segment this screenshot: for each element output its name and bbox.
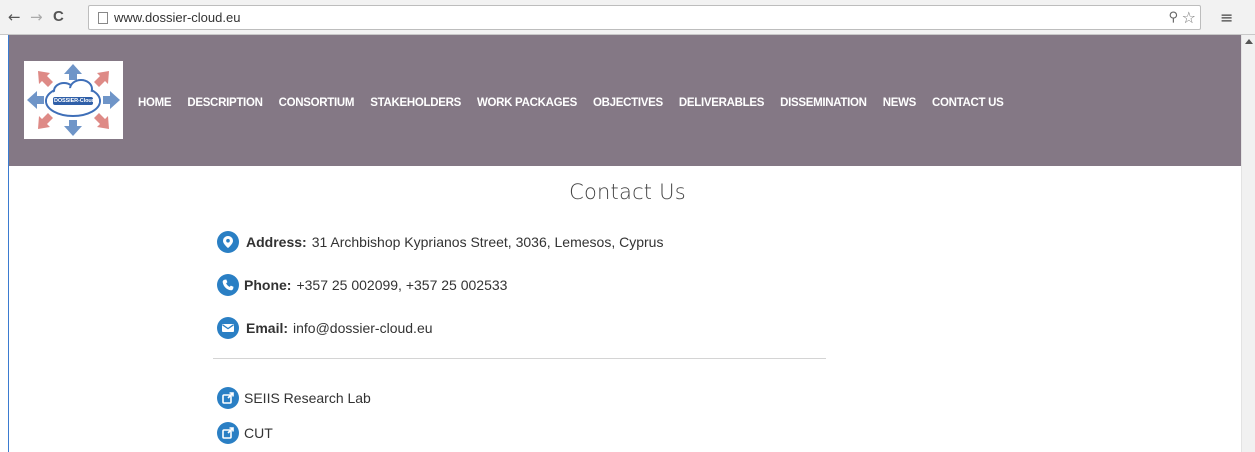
- main-nav: HOME DESCRIPTION CONSORTIUM STAKEHOLDERS…: [138, 96, 1020, 110]
- site-header: DOSSIER-Cloud HOME DESCRIPTION CONSORTIU…: [9, 35, 1241, 166]
- link-row-seiis[interactable]: SEIIS Research Lab: [217, 387, 371, 409]
- map-marker-icon: [217, 231, 239, 253]
- external-link-icon: [217, 422, 239, 444]
- logo-text: DOSSIER-Cloud: [54, 98, 95, 104]
- scroll-up-arrow-icon[interactable]: [1245, 39, 1253, 44]
- phone-row: Phone: +357 25 002099, +357 25 002533: [217, 274, 507, 296]
- url-text[interactable]: www.dossier-cloud.eu: [114, 10, 240, 25]
- nav-item-objectives[interactable]: OBJECTIVES: [593, 96, 663, 110]
- phone-value: +357 25 002099, +357 25 002533: [296, 277, 508, 293]
- back-arrow-icon[interactable]: ←: [8, 9, 21, 25]
- phone-icon: [217, 274, 239, 296]
- page-icon: [98, 12, 108, 24]
- browser-menu-icon[interactable]: ≡: [1220, 8, 1233, 27]
- seiis-research-lab-link[interactable]: SEIIS Research Lab: [244, 390, 371, 406]
- email-link[interactable]: info@dossier-cloud.eu: [293, 320, 433, 336]
- site-logo[interactable]: DOSSIER-Cloud: [24, 61, 123, 139]
- address-label: Address:: [246, 234, 307, 250]
- address-row: Address: 31 Archbishop Kyprianos Street,…: [217, 231, 663, 253]
- external-link-icon: [217, 387, 239, 409]
- envelope-icon: [217, 317, 239, 339]
- bookmark-star-icon[interactable]: ☆: [1182, 8, 1196, 27]
- browser-toolbar: ← → C www.dossier-cloud.eu ⚲ ☆ ≡: [0, 0, 1255, 35]
- nav-item-dissemination[interactable]: DISSEMINATION: [780, 96, 867, 110]
- forward-arrow-icon[interactable]: →: [30, 9, 43, 25]
- email-label: Email:: [246, 320, 289, 336]
- reload-icon[interactable]: C: [53, 9, 64, 25]
- vertical-scrollbar[interactable]: [1241, 35, 1255, 452]
- zoom-icon[interactable]: ⚲: [1168, 10, 1178, 25]
- divider: [213, 358, 826, 359]
- link-row-cut[interactable]: CUT: [217, 422, 273, 444]
- nav-item-contact-us[interactable]: CONTACT US: [932, 96, 1004, 110]
- phone-label: Phone:: [244, 277, 292, 293]
- cut-link[interactable]: CUT: [244, 425, 273, 441]
- nav-item-work-packages[interactable]: WORK PACKAGES: [477, 96, 577, 110]
- nav-item-news[interactable]: NEWS: [883, 96, 917, 110]
- nav-item-stakeholders[interactable]: STAKEHOLDERS: [370, 96, 461, 110]
- address-bar[interactable]: www.dossier-cloud.eu ⚲ ☆: [88, 5, 1201, 30]
- page-title: Contact Us: [569, 180, 686, 204]
- nav-item-deliverables[interactable]: DELIVERABLES: [679, 96, 765, 110]
- email-row: Email: info@dossier-cloud.eu: [217, 317, 433, 339]
- nav-item-description[interactable]: DESCRIPTION: [187, 96, 263, 110]
- address-value: 31 Archbishop Kyprianos Street, 3036, Le…: [311, 234, 664, 250]
- nav-item-consortium[interactable]: CONSORTIUM: [279, 96, 355, 110]
- nav-item-home[interactable]: HOME: [138, 96, 172, 110]
